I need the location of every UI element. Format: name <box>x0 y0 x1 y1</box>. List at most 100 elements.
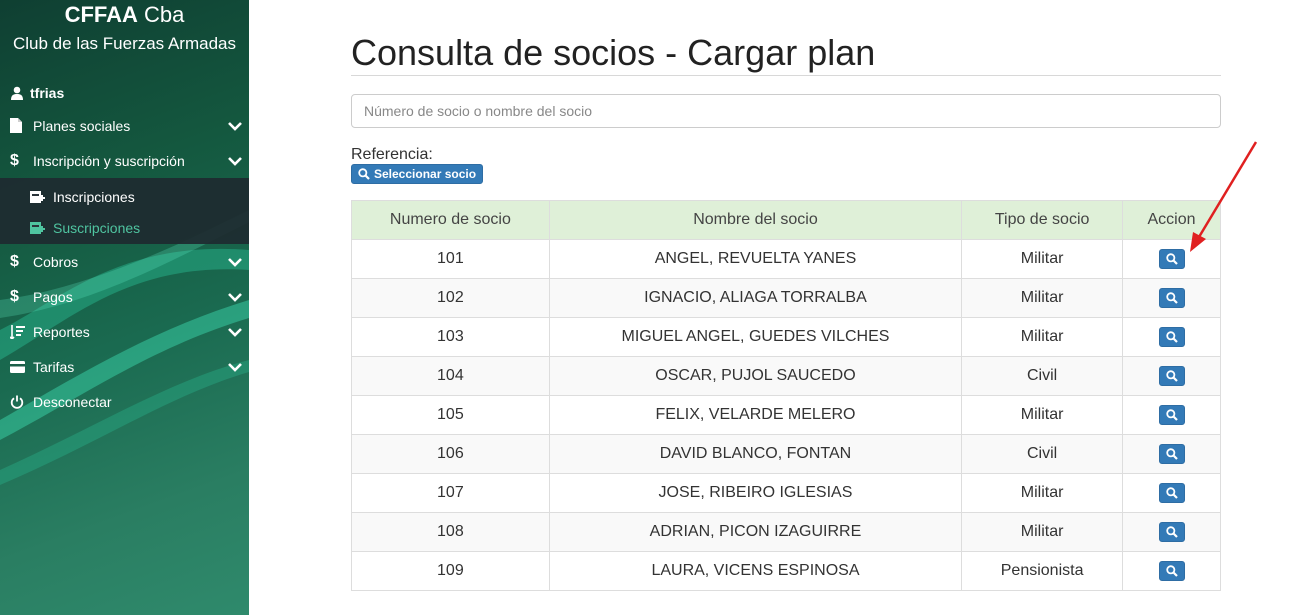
view-member-button[interactable] <box>1158 443 1185 464</box>
action-cell <box>1122 278 1221 318</box>
search-icon <box>1165 369 1178 382</box>
calendar-icon <box>30 221 45 234</box>
view-member-button[interactable] <box>1158 560 1185 581</box>
dollar-icon: $ <box>10 252 19 270</box>
member-name-cell: MIGUEL ANGEL, GUEDES VILCHES <box>548 317 963 357</box>
search-icon <box>1165 408 1178 421</box>
member-number-cell: 108 <box>351 512 550 552</box>
member-name-cell: JOSE, RIBEIRO IGLESIAS <box>548 473 963 513</box>
member-type-cell: Militar <box>961 317 1124 357</box>
action-cell <box>1122 551 1221 591</box>
member-type-cell: Militar <box>961 239 1124 279</box>
sidebar-item-inscripcion-suscripcion[interactable]: $ Inscripción y suscripción <box>0 143 249 178</box>
table-row: 103 MIGUEL ANGEL, GUEDES VILCHES Militar <box>351 317 1221 357</box>
search-icon <box>1165 564 1178 577</box>
select-member-button[interactable]: Seleccionar socio <box>351 164 484 184</box>
user-icon <box>11 86 23 100</box>
calendar-icon <box>30 190 45 203</box>
member-number-cell: 109 <box>351 551 550 591</box>
action-cell <box>1122 317 1221 357</box>
table-header-row: Numero de socio Nombre del socio Tipo de… <box>351 200 1221 240</box>
member-name-cell: IGNACIO, ALIAGA TORRALBA <box>548 278 963 318</box>
member-type-cell: Militar <box>961 278 1124 318</box>
view-member-button[interactable] <box>1158 521 1185 542</box>
sidebar-subitem-label: Inscripciones <box>53 188 135 205</box>
reference-label: Referencia: <box>351 146 433 163</box>
member-name-cell: OSCAR, PUJOL SAUCEDO <box>548 356 963 396</box>
column-header-number[interactable]: Numero de socio <box>351 200 550 240</box>
sidebar-item-label: Desconectar <box>33 393 112 410</box>
action-cell <box>1122 356 1221 396</box>
sidebar: CFFAA Cba Club de las Fuerzas Armadas tf… <box>0 0 249 615</box>
chevron-down-icon <box>228 359 244 375</box>
view-member-button[interactable] <box>1158 287 1185 308</box>
member-name-cell: ANGEL, REVUELTA YANES <box>548 239 963 279</box>
table-row: 104 OSCAR, PUJOL SAUCEDO Civil <box>351 356 1221 396</box>
sidebar-menu: Planes sociales $ Inscripción y suscripc… <box>0 108 249 178</box>
member-type-cell: Militar <box>961 395 1124 435</box>
column-header-name[interactable]: Nombre del socio <box>548 200 963 240</box>
member-number-cell: 105 <box>351 395 550 435</box>
column-header-type[interactable]: Tipo de socio <box>961 200 1124 240</box>
sidebar-item-cobros[interactable]: $ Cobros <box>0 244 249 279</box>
table-row: 109 LAURA, VICENS ESPINOSA Pensionista <box>351 551 1221 591</box>
member-name-cell: ADRIAN, PICON IZAGUIRRE <box>548 512 963 552</box>
view-member-button[interactable] <box>1158 404 1185 425</box>
brand-title-rest: Cba <box>137 2 185 27</box>
chevron-down-icon <box>228 324 244 340</box>
action-cell <box>1122 239 1221 279</box>
members-table: Numero de socio Nombre del socio Tipo de… <box>351 200 1221 591</box>
sidebar-menu-lower: $ Cobros $ Pagos Reportes Tarifas Descon… <box>0 244 249 419</box>
search-icon <box>1165 486 1178 499</box>
search-icon <box>1165 330 1178 343</box>
action-cell <box>1122 395 1221 435</box>
action-cell <box>1122 434 1221 474</box>
member-number-cell: 107 <box>351 473 550 513</box>
sidebar-subitem-suscripciones[interactable]: Suscripciones <box>0 212 249 243</box>
member-name-cell: FELIX, VELARDE MELERO <box>548 395 963 435</box>
view-member-button[interactable] <box>1158 248 1185 269</box>
select-member-button-label: Seleccionar socio <box>374 167 477 181</box>
sidebar-item-label: Cobros <box>33 253 79 270</box>
sidebar-item-reportes[interactable]: Reportes <box>0 314 249 349</box>
sidebar-item-label: Inscripción y suscripción <box>33 152 185 169</box>
list-icon <box>10 324 28 340</box>
member-type-cell: Civil <box>961 434 1124 474</box>
chevron-down-icon <box>228 289 244 305</box>
brand-subtitle: Club de las Fuerzas Armadas <box>13 34 236 53</box>
table-row: 102 IGNACIO, ALIAGA TORRALBA Militar <box>351 278 1221 318</box>
sidebar-item-tarifas[interactable]: Tarifas <box>0 349 249 384</box>
member-number-cell: 106 <box>351 434 550 474</box>
sidebar-item-label: Reportes <box>33 323 90 340</box>
view-member-button[interactable] <box>1158 326 1185 347</box>
sidebar-item-desconectar[interactable]: Desconectar <box>0 384 249 419</box>
action-cell <box>1122 473 1221 513</box>
search-icon <box>1165 252 1178 265</box>
member-name-cell: DAVID BLANCO, FONTAN <box>548 434 963 474</box>
sidebar-subitem-inscripciones[interactable]: Inscripciones <box>0 181 249 212</box>
brand-title[interactable]: CFFAA Cba <box>0 2 249 28</box>
file-icon <box>10 118 28 134</box>
table-row: 108 ADRIAN, PICON IZAGUIRRE Militar <box>351 512 1221 552</box>
search-icon <box>1165 525 1178 538</box>
submenu-inscripcion: Inscripciones Suscripciones <box>0 178 249 244</box>
dollar-icon: $ <box>10 151 19 169</box>
chevron-down-icon <box>228 254 244 270</box>
table-body: 101 ANGEL, REVUELTA YANES Militar 102 IGNACI… <box>351 239 1221 591</box>
sidebar-item-label: Tarifas <box>33 358 75 375</box>
sidebar-item-label: Pagos <box>33 288 73 305</box>
member-type-cell: Pensionista <box>961 551 1124 591</box>
search-input[interactable] <box>351 94 1221 128</box>
sidebar-item-planes-sociales[interactable]: Planes sociales <box>0 108 249 143</box>
member-number-cell: 103 <box>351 317 550 357</box>
view-member-button[interactable] <box>1158 365 1185 386</box>
search-icon <box>1165 447 1178 460</box>
member-number-cell: 102 <box>351 278 550 318</box>
member-name-cell: LAURA, VICENS ESPINOSA <box>548 551 963 591</box>
action-cell <box>1122 512 1221 552</box>
user-menu[interactable]: tfrias <box>0 78 249 108</box>
page-title: Consulta de socios - Cargar plan <box>351 32 876 73</box>
view-member-button[interactable] <box>1158 482 1185 503</box>
power-icon <box>10 394 28 410</box>
sidebar-item-pagos[interactable]: $ Pagos <box>0 279 249 314</box>
